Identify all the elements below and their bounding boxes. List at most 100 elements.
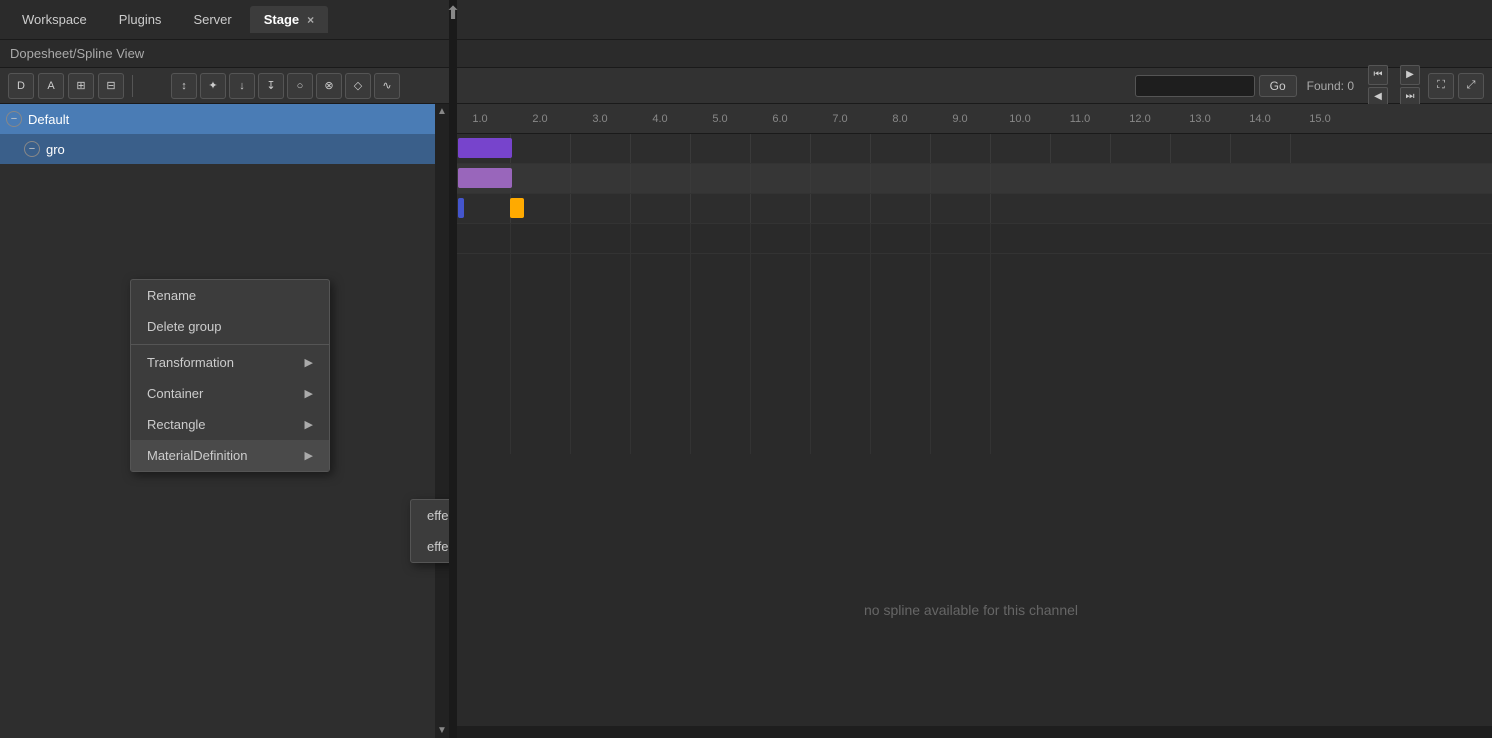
timeline-block-mauve[interactable] [458,168,512,188]
tree-toggle-gro[interactable]: − [24,141,40,157]
tool-diamond[interactable]: ◇ [345,73,371,99]
submenu-arrow-material: ▶ [305,449,313,462]
submenu-arrow-rectangle: ▶ [305,418,313,431]
grid-line [750,134,810,163]
context-menu-container-label: Container [147,386,203,401]
toolbar-fit[interactable]: ⤢ [1458,73,1484,99]
tool-key2[interactable]: ↧ [258,73,284,99]
context-menu-rename[interactable]: Rename [131,280,329,311]
grid-line [930,134,990,163]
submenu-arrow-transformation: ▶ [305,356,313,369]
grid-line [1110,134,1170,163]
timeline-num-14: 14.0 [1230,113,1290,125]
toolbar-zoom[interactable]: ⛶ [1428,73,1454,99]
timeline-num-8: 8.0 [870,113,930,125]
grid-line [570,134,630,163]
toolbar-btn-a[interactable]: A [38,73,64,99]
go-button[interactable]: Go [1259,75,1297,97]
grid-line [1050,134,1110,163]
timeline-numbers: 1.0 2.0 3.0 4.0 5.0 6.0 7.0 8.0 9.0 10.0… [450,104,1350,133]
toolbar-btn-keyframe1[interactable]: ⊞ [68,73,94,99]
tool-wave[interactable]: ∿ [374,73,400,99]
menu-plugins[interactable]: Plugins [105,6,176,33]
no-spline-text: no spline available for this channel [864,602,1078,618]
panel-divider[interactable]: ⬆ [449,0,457,738]
timeline-num-6: 6.0 [750,113,810,125]
context-menu-transformation[interactable]: Transformation ▶ [131,347,329,378]
tool-key1[interactable]: ↓ [229,73,255,99]
timeline-num-3: 3.0 [570,113,630,125]
scroll-up-arrow[interactable]: ▲ [437,106,447,117]
menu-workspace[interactable]: Workspace [8,6,101,33]
nav-next[interactable]: ▶ [1400,65,1420,85]
sub-menu-effect-angle[interactable]: effectAngle [411,500,450,531]
tree-label-default: Default [28,112,69,127]
grid-lines-0 [450,134,1492,163]
timeline-num-11: 11.0 [1050,113,1110,125]
context-menu-transformation-label: Transformation [147,355,234,370]
toolbar-btn-d[interactable]: D [8,73,34,99]
context-menu: Rename Delete group Transformation ▶ Con… [130,279,330,472]
tree-label-gro: gro [46,142,65,157]
grid-line [1230,134,1290,163]
context-menu-container[interactable]: Container ▶ [131,378,329,409]
timeline-track-3 [450,224,1492,254]
timeline-empty-area [450,254,1492,454]
timeline-num-13: 13.0 [1170,113,1230,125]
grid-line [690,134,750,163]
context-menu-material-definition-label: MaterialDefinition [147,448,247,463]
timeline-track-1[interactable] [450,164,1492,194]
search-input[interactable] [1135,75,1255,97]
timeline-num-7: 7.0 [810,113,870,125]
timeline-block-orange[interactable] [510,198,524,218]
sub-menu-effect-radius[interactable]: effectRadius [411,531,450,562]
sub-header-label: Dopesheet/Spline View [10,46,144,61]
context-menu-rectangle[interactable]: Rectangle ▶ [131,409,329,440]
tree-toggle-default[interactable]: − [6,111,22,127]
timeline-track-2[interactable] [450,194,1492,224]
grid-line [1170,134,1230,163]
context-menu-material-definition[interactable]: MaterialDefinition ▶ [131,440,329,471]
timeline-num-4: 4.0 [630,113,690,125]
timeline-track-0[interactable] [450,134,1492,164]
tree-item-default[interactable]: − Default [0,104,449,134]
tool-circle[interactable]: ○ [287,73,313,99]
timeline-num-12: 12.0 [1110,113,1170,125]
timeline-block-blue-thin[interactable] [458,198,464,218]
left-panel: ▲ ▼ − Default − gro Rename Delete group … [0,104,450,738]
timeline-scroll-bar[interactable] [450,726,1492,738]
divider-arrow-icon: ⬆ [445,4,460,22]
timeline-num-2: 2.0 [510,113,570,125]
tool-xcircle[interactable]: ⊗ [316,73,342,99]
tool-select[interactable]: ✦ [200,73,226,99]
grid-line [630,134,690,163]
nav-prev-group: ⏮ ◀ [1368,65,1388,107]
context-menu-delete-group[interactable]: Delete group [131,311,329,342]
timeline-header: 1.0 2.0 3.0 4.0 5.0 6.0 7.0 8.0 9.0 10.0… [450,104,1492,134]
sub-header: Dopesheet/Spline View [0,40,1492,68]
left-scroll-bar[interactable]: ▲ ▼ [435,104,449,738]
grid-line [510,134,570,163]
tree-item-gro[interactable]: − gro [0,134,449,164]
grid-line [990,134,1050,163]
timeline-num-9: 9.0 [930,113,990,125]
tab-stage[interactable]: Stage × [250,6,328,33]
sub-context-menu: effectAngle effectRadius [410,499,450,563]
tool-move[interactable]: ↕ [171,73,197,99]
toolbar-separator-1 [132,75,133,97]
timeline-tracks [450,134,1492,454]
menu-server[interactable]: Server [179,6,245,33]
grid-line [870,134,930,163]
grid-lines-1 [450,164,1492,193]
grid-lines-2 [450,194,1492,223]
scroll-down-arrow[interactable]: ▼ [437,725,447,736]
timeline-panel: 1.0 2.0 3.0 4.0 5.0 6.0 7.0 8.0 9.0 10.0… [450,104,1492,738]
nav-prev-prev[interactable]: ⏮ [1368,65,1388,85]
grid-line [810,134,870,163]
context-menu-separator [131,344,329,345]
timeline-block-purple[interactable] [458,138,512,158]
tab-close-icon[interactable]: × [307,13,314,27]
submenu-arrow-container: ▶ [305,387,313,400]
toolbar-btn-keyframe2[interactable]: ⊟ [98,73,124,99]
nav-next-group: ▶ ⏭ [1400,65,1420,107]
